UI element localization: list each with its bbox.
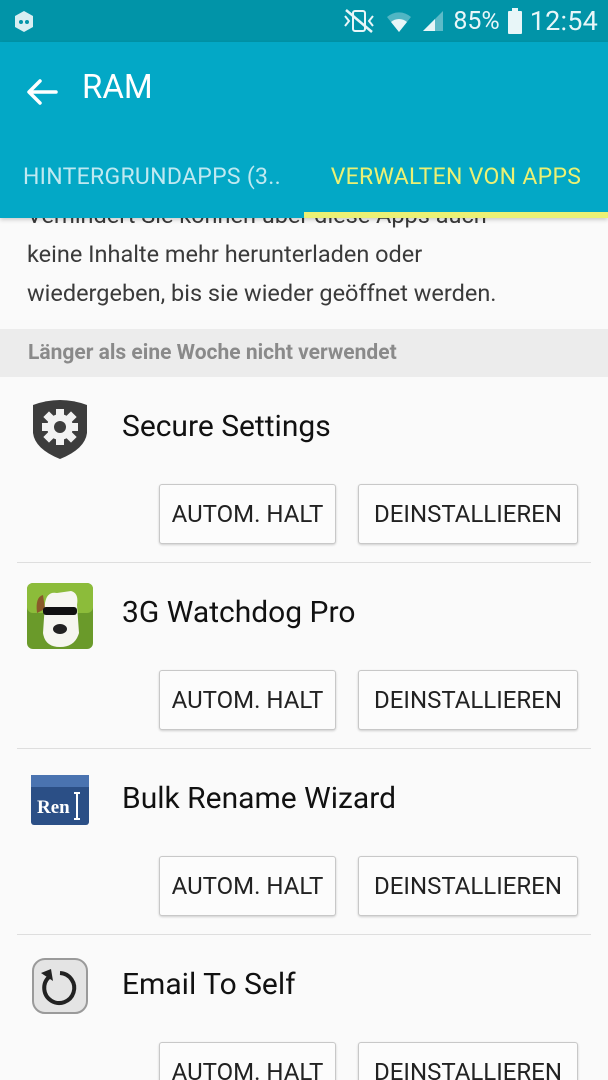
intro-line: keine Inhalte mehr herunterladen oder — [27, 240, 423, 268]
auto-halt-button[interactable]: AUTOM. HALT — [159, 856, 336, 916]
battery-icon — [507, 8, 522, 34]
intro-partial-line: Verhindert Sie können über diese Apps au… — [27, 218, 587, 235]
uninstall-button[interactable]: DEINSTALLIEREN — [358, 856, 578, 916]
tab-label: HINTERGRUNDAPPS (3.. — [22, 162, 282, 190]
tab-background-apps[interactable]: HINTERGRUNDAPPS (3.. — [0, 134, 304, 218]
app-name: Bulk Rename Wizard — [122, 781, 397, 816]
auto-halt-button[interactable]: AUTOM. HALT — [159, 1042, 336, 1080]
app-name: 3G Watchdog Pro — [122, 595, 356, 630]
auto-halt-button[interactable]: AUTOM. HALT — [159, 670, 336, 730]
signal-icon — [423, 11, 444, 31]
app-bar: RAM HINTERGRUNDAPPS (3.. VERWALTEN VON A… — [0, 42, 608, 218]
icon-text: Ren — [37, 797, 70, 818]
section-header: Länger als eine Woche nicht verwendet — [0, 329, 608, 377]
status-bar: 85% 12:54 — [0, 0, 608, 42]
mute-vibrate-icon — [344, 9, 375, 33]
app-name: Email To Self — [122, 967, 296, 1002]
app-row-email-to-self: Email To Self AUTOM. HALT DEINSTALLIEREN — [0, 935, 608, 1080]
content-scroll[interactable]: Verhindert Sie können über diese Apps au… — [0, 218, 608, 1080]
app-row-secure-settings: Secure Settings AUTOM. HALT DEINSTALLIER… — [0, 377, 608, 563]
uninstall-button[interactable]: DEINSTALLIEREN — [358, 670, 578, 730]
uninstall-button[interactable]: DEINSTALLIEREN — [358, 484, 578, 544]
active-tab-indicator — [304, 212, 608, 218]
app-name: Secure Settings — [122, 409, 331, 444]
tab-bar: HINTERGRUNDAPPS (3.. VERWALTEN VON APPS — [0, 134, 608, 218]
notification-app-icon — [15, 11, 33, 32]
app-row-bulk-rename-wizard: Ren Bulk Rename Wizard AUTOM. HALT DEINS… — [0, 749, 608, 935]
secure-settings-gear-shield-icon — [33, 400, 87, 459]
email-to-self-refresh-icon — [32, 958, 88, 1014]
app-row-3g-watchdog-pro: 3G Watchdog Pro AUTOM. HALT DEINSTALLIER… — [0, 563, 608, 749]
battery-percentage: 85% — [453, 6, 500, 36]
bulk-rename-ren-icon: Ren — [31, 775, 89, 825]
auto-halt-button[interactable]: AUTOM. HALT — [159, 484, 336, 544]
tab-label: VERWALTEN VON APPS — [330, 162, 582, 190]
arrow-back-icon[interactable] — [22, 72, 62, 112]
uninstall-button[interactable]: DEINSTALLIEREN — [358, 1042, 578, 1080]
page-title: RAM — [82, 68, 153, 107]
intro-line: wiedergeben, bis sie wieder geöffnet wer… — [27, 279, 497, 307]
wifi-icon — [387, 12, 412, 32]
tab-manage-apps[interactable]: VERWALTEN VON APPS — [304, 134, 608, 218]
intro-text: Verhindert Sie können über diese Apps au… — [27, 218, 587, 313]
watchdog-dog-icon — [27, 583, 93, 649]
clock: 12:54 — [529, 5, 598, 37]
